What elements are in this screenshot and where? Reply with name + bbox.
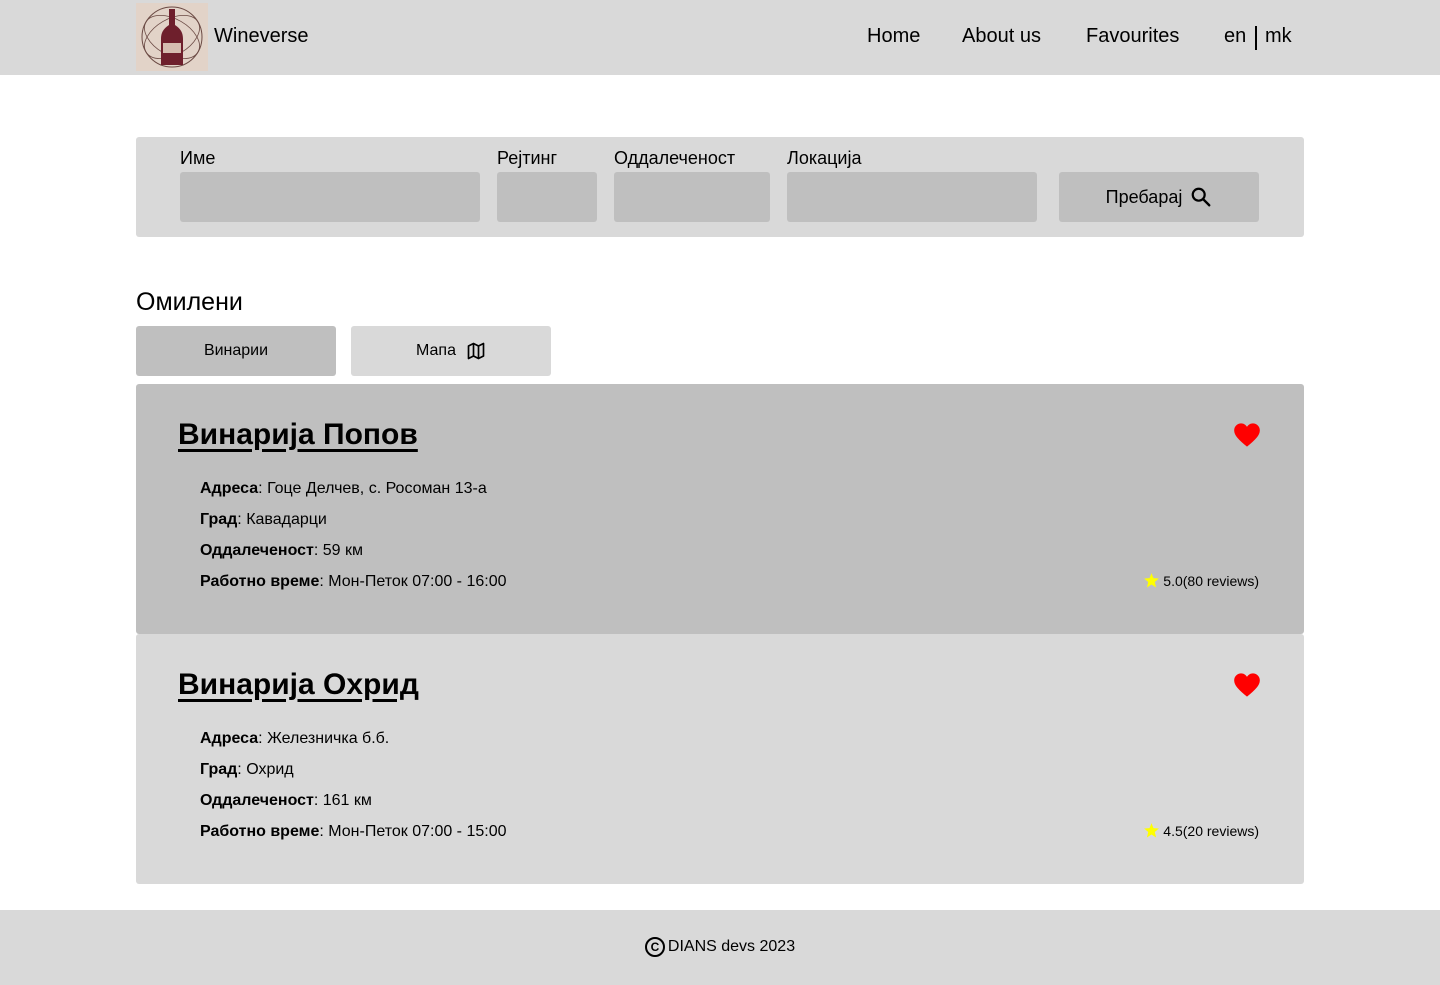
winery-address: Адреса: Железничка б.б. xyxy=(200,730,389,748)
footer-content: C DIANS devs 2023 xyxy=(0,937,1440,957)
winery-card: Винарија Попов Адреса: Гоце Делчев, с. Р… xyxy=(136,384,1304,634)
search-button-label: Пребарај xyxy=(1105,186,1183,207)
hours-value: : Мон-Петок 07:00 - 16:00 xyxy=(319,573,507,590)
section-title: Омилени xyxy=(136,288,243,316)
name-label: Име xyxy=(180,148,216,168)
location-label: Локација xyxy=(787,148,862,168)
search-button[interactable]: Пребарај xyxy=(1059,172,1259,222)
tab-map-label: Мапа xyxy=(416,342,456,359)
nav-home[interactable]: Home xyxy=(867,25,920,48)
copyright-icon: C xyxy=(644,937,665,957)
distance-value: : 161 км xyxy=(313,792,372,809)
lang-divider xyxy=(1255,26,1257,50)
address-key: Адреса xyxy=(200,730,259,747)
winery-title[interactable]: Винарија Охрид xyxy=(178,668,419,702)
address-value: : Железничка б.б. xyxy=(258,730,390,747)
footer-text: DIANS devs 2023 xyxy=(667,938,796,956)
distance-label: Оддалеченост xyxy=(614,148,736,168)
distance-key: Оддалеченост xyxy=(200,542,314,559)
rating-label: Рејтинг xyxy=(497,148,558,168)
search-icon xyxy=(1191,187,1211,207)
rating-text: 5.0(80 reviews) xyxy=(1163,572,1259,589)
hours-key: Работно време xyxy=(200,823,320,840)
distance-value: : 59 км xyxy=(313,542,363,559)
rating-text: 4.5(20 reviews) xyxy=(1163,822,1259,839)
winery-rating: 4.5(20 reviews) xyxy=(1143,822,1259,839)
winery-hours: Работно време: Мон-Петок 07:00 - 16:00 xyxy=(200,573,507,591)
tab-wineries-label: Винарии xyxy=(203,342,269,359)
winery-rating: 5.0(80 reviews) xyxy=(1143,572,1259,589)
nav-about-us[interactable]: About us xyxy=(962,25,1041,48)
winery-card: Винарија Охрид Адреса: Железничка б.б. Г… xyxy=(136,634,1304,884)
rating-input[interactable] xyxy=(497,172,597,222)
wine-bottle-logo-icon xyxy=(141,6,203,68)
winery-distance: Оддалеченост: 59 км xyxy=(200,542,363,560)
winery-address: Адреса: Гоце Делчев, с. Росоман 13-а xyxy=(200,480,487,498)
header: Wineverse Home About us Favourites en mk xyxy=(0,0,1440,75)
winery-hours: Работно време: Мон-Петок 07:00 - 15:00 xyxy=(200,823,507,841)
hours-value: : Мон-Петок 07:00 - 15:00 xyxy=(319,823,507,840)
lang-en[interactable]: en xyxy=(1224,25,1246,48)
brand-name[interactable]: Wineverse xyxy=(214,25,308,48)
tab-wineries[interactable]: Винарии xyxy=(136,326,336,376)
tab-map[interactable]: Мапа xyxy=(351,326,551,376)
logo[interactable] xyxy=(136,3,208,71)
address-key: Адреса xyxy=(200,480,259,497)
address-value: : Гоце Делчев, с. Росоман 13-а xyxy=(258,480,487,497)
winery-distance: Оддалеченост: 161 км xyxy=(200,792,372,810)
name-input[interactable] xyxy=(180,172,480,222)
distance-input[interactable] xyxy=(614,172,770,222)
heart-icon[interactable] xyxy=(1233,422,1261,448)
city-key: Град xyxy=(200,761,238,778)
city-value: : Кавадарци xyxy=(237,511,327,528)
star-icon xyxy=(1144,573,1160,588)
city-key: Град xyxy=(200,511,238,528)
footer: C DIANS devs 2023 xyxy=(0,910,1440,985)
lang-mk[interactable]: mk xyxy=(1265,25,1292,48)
map-icon xyxy=(467,342,485,360)
heart-icon[interactable] xyxy=(1233,672,1261,698)
winery-title[interactable]: Винарија Попов xyxy=(178,418,418,452)
hours-key: Работно време xyxy=(200,573,320,590)
winery-city: Град: Охрид xyxy=(200,761,294,779)
star-icon xyxy=(1144,823,1160,838)
city-value: : Охрид xyxy=(237,761,294,778)
location-input[interactable] xyxy=(787,172,1037,222)
winery-city: Град: Кавадарци xyxy=(200,511,327,529)
nav-favourites[interactable]: Favourites xyxy=(1086,25,1179,48)
distance-key: Оддалеченост xyxy=(200,792,314,809)
